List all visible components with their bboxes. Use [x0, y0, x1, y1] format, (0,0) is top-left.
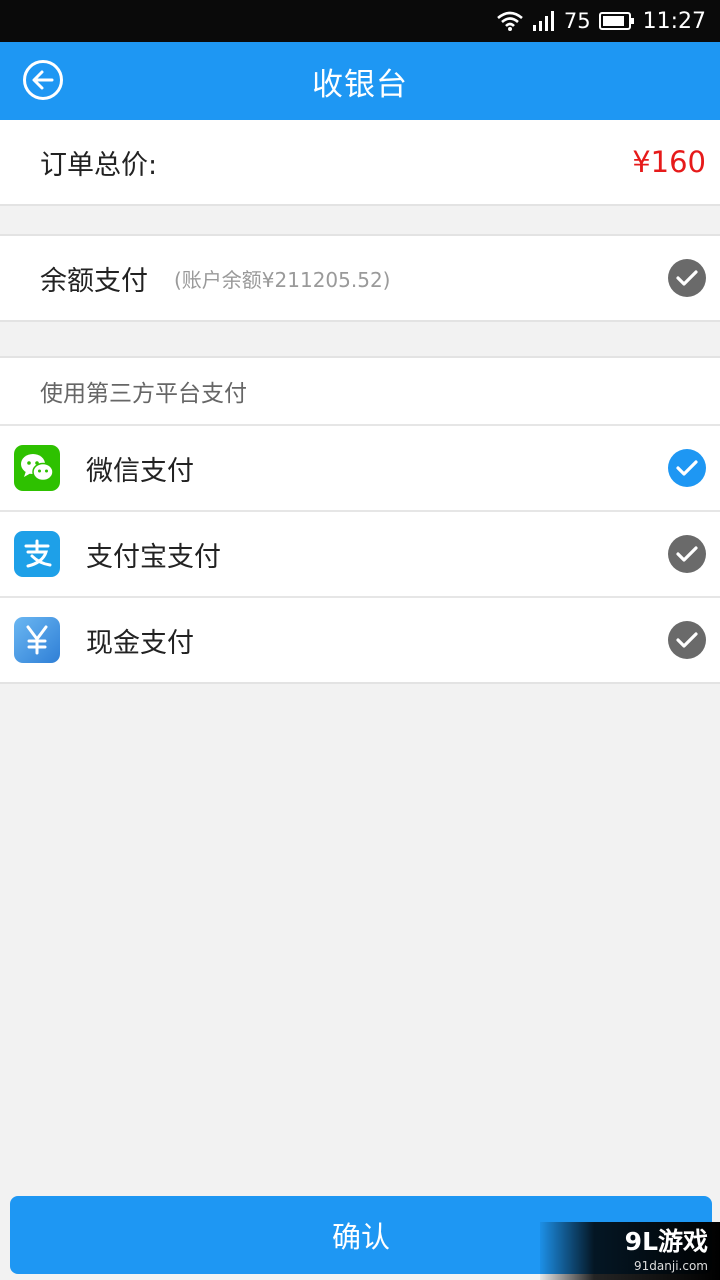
third-party-section: 使用第三方平台支付 微信支付 支付宝支付 现金支付 [0, 356, 720, 684]
site-watermark: 9L游戏 91danji.com [540, 1222, 720, 1280]
back-arrow-circle-icon [22, 59, 64, 105]
status-bar: 75 11:27 [0, 0, 720, 42]
alipay-icon [14, 531, 60, 577]
order-total-value: ¥160 [632, 145, 706, 179]
app-bar: 收银台 [0, 42, 720, 120]
order-total-row: 订单总价: ¥160 [0, 120, 720, 204]
signal-icon [532, 10, 556, 32]
wechat-pay-row[interactable]: 微信支付 [0, 424, 720, 510]
order-total-label: 订单总价: [40, 149, 158, 181]
alipay-row[interactable]: 支付宝支付 [0, 510, 720, 596]
wechat-pay-label: 微信支付 [86, 455, 194, 487]
wechat-check-icon[interactable] [668, 449, 706, 487]
alipay-check-icon[interactable] [668, 535, 706, 573]
watermark-url: 91danji.com [634, 1259, 708, 1273]
cash-yen-icon [14, 617, 60, 663]
wifi-icon [496, 10, 524, 32]
alipay-label: 支付宝支付 [86, 541, 221, 573]
balance-pay-label: 余额支付 [40, 265, 148, 297]
back-button[interactable] [22, 59, 64, 105]
balance-pay-row[interactable]: 余额支付 (账户余额¥211205.52) [0, 236, 720, 320]
balance-check-icon[interactable] [668, 259, 706, 297]
balance-amount-note: (账户余额¥211205.52) [174, 267, 391, 292]
order-total-section: 订单总价: ¥160 [0, 120, 720, 206]
battery-icon [598, 11, 635, 31]
page-title: 收银台 [312, 66, 408, 103]
battery-level: 75 [563, 9, 591, 33]
balance-section: 余额支付 (账户余额¥211205.52) [0, 234, 720, 322]
cash-pay-row[interactable]: 现金支付 [0, 596, 720, 682]
third-party-header: 使用第三方平台支付 [40, 381, 247, 407]
cash-pay-label: 现金支付 [86, 627, 194, 659]
cash-check-icon[interactable] [668, 621, 706, 659]
wechat-icon [14, 445, 60, 491]
watermark-logo-text: 9L游戏 [624, 1227, 708, 1256]
clock: 11:27 [642, 8, 706, 34]
